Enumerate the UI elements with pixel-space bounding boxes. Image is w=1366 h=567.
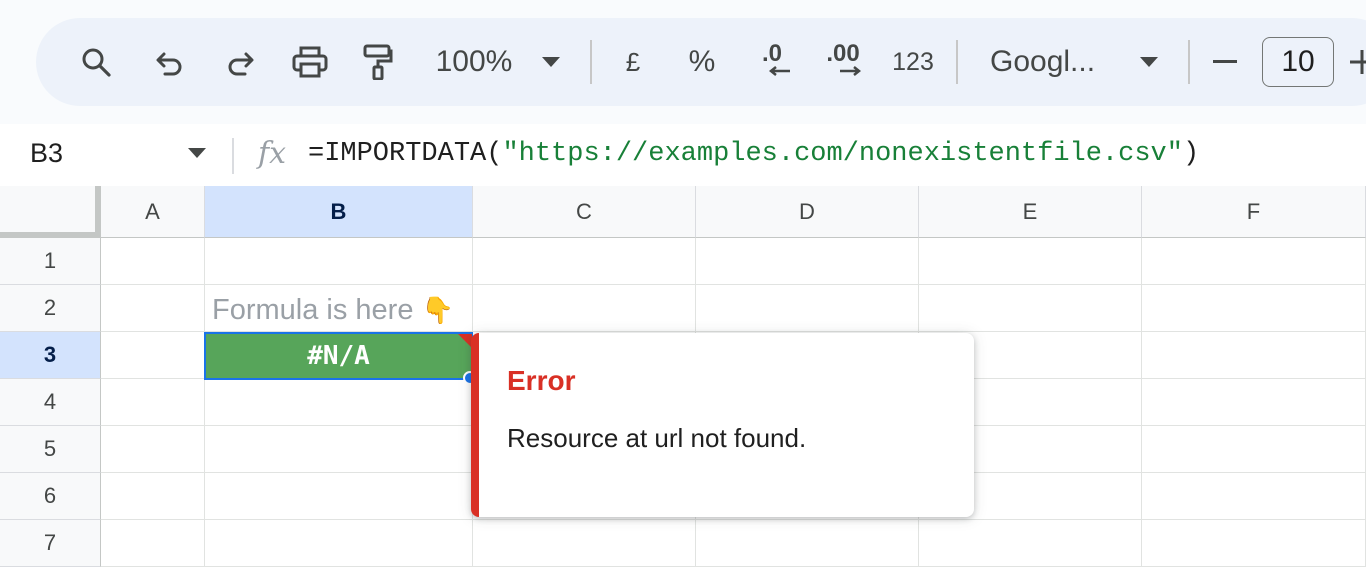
cell-b7[interactable] (205, 520, 473, 567)
toolbar: 100% £ % .0 .00 123 Googl... 10 (36, 18, 1366, 106)
formula-string: "https://examples.com/nonexistentfile.cs… (502, 139, 1183, 169)
chevron-down-icon[interactable] (536, 18, 566, 106)
formula-suffix: ) (1182, 139, 1200, 169)
error-indicator[interactable] (458, 334, 472, 348)
cell-e2[interactable] (919, 285, 1142, 332)
select-all-corner[interactable] (0, 186, 101, 238)
search-icon[interactable] (76, 18, 116, 106)
increase-decimal-button[interactable]: .00 (820, 18, 866, 106)
formula-bar-divider (232, 138, 234, 174)
arrow-left-icon (768, 66, 790, 76)
error-title: Error (507, 365, 576, 396)
toolbar-area: 100% £ % .0 .00 123 Googl... 10 (0, 0, 1366, 124)
column-header-b[interactable]: B (205, 186, 473, 238)
redo-icon[interactable] (220, 18, 260, 106)
font-size-input[interactable]: 10 (1262, 37, 1334, 87)
cell-a5[interactable] (101, 426, 205, 473)
currency-button[interactable]: £ (616, 18, 650, 106)
arrow-right-icon (840, 66, 862, 76)
percent-button[interactable]: % (684, 18, 720, 106)
row-header-1[interactable]: 1 (0, 238, 101, 285)
decrease-decimal-button[interactable]: .0 (750, 18, 794, 106)
cell-a1[interactable] (101, 238, 205, 285)
cell-f7[interactable] (1142, 520, 1366, 567)
increase-decimal-label: .00 (826, 40, 860, 67)
error-tooltip: Error Resource at url not found. (471, 333, 974, 517)
row-header-4[interactable]: 4 (0, 379, 101, 426)
cell-d2[interactable] (696, 285, 919, 332)
cell-e7[interactable] (919, 520, 1142, 567)
plus-icon[interactable] (1350, 18, 1366, 106)
minus-icon[interactable] (1212, 18, 1238, 106)
row-header-6[interactable]: 6 (0, 473, 101, 520)
formula-input[interactable]: =IMPORTDATA("https://examples.com/nonexi… (308, 139, 1199, 169)
column-header-f[interactable]: F (1142, 186, 1366, 238)
cell-a7[interactable] (101, 520, 205, 567)
fx-icon: fx (258, 136, 287, 171)
cell-f5[interactable] (1142, 426, 1366, 473)
font-family-select[interactable]: Googl... (990, 18, 1106, 106)
cell-f2[interactable] (1142, 285, 1366, 332)
cell-b1[interactable] (205, 238, 473, 285)
cell-c7[interactable] (473, 520, 696, 567)
cell-e1[interactable] (919, 238, 1142, 285)
row-header-7[interactable]: 7 (0, 520, 101, 567)
cell-f1[interactable] (1142, 238, 1366, 285)
cell-f6[interactable] (1142, 473, 1366, 520)
row-header-5[interactable]: 5 (0, 426, 101, 473)
cell-d7[interactable] (696, 520, 919, 567)
cell-a6[interactable] (101, 473, 205, 520)
cell-b2-text: Formula is here (212, 294, 414, 326)
cell-a4[interactable] (101, 379, 205, 426)
cell-c1[interactable] (473, 238, 696, 285)
formula-bar: B3 fx =IMPORTDATA("https://examples.com/… (0, 124, 1366, 186)
chevron-down-icon[interactable] (188, 148, 206, 158)
cell-b4[interactable] (205, 379, 473, 426)
cell-f4[interactable] (1142, 379, 1366, 426)
chevron-down-icon[interactable] (1134, 18, 1164, 106)
column-header-e[interactable]: E (919, 186, 1142, 238)
toolbar-divider (956, 40, 958, 84)
cell-b2[interactable]: Formula is here 👇 (212, 294, 454, 327)
cell-b6[interactable] (205, 473, 473, 520)
cell-c2[interactable] (473, 285, 696, 332)
name-box[interactable]: B3 (30, 138, 63, 169)
more-formats-button[interactable]: 123 (888, 18, 938, 106)
row-header-3[interactable]: 3 (0, 332, 101, 379)
cell-f3[interactable] (1142, 332, 1366, 379)
toolbar-divider (1188, 40, 1190, 84)
zoom-select[interactable]: 100% (430, 18, 518, 106)
error-message: Resource at url not found. (507, 423, 807, 453)
decrease-decimal-label: .0 (761, 40, 782, 67)
pointing-down-icon: 👇 (421, 295, 454, 325)
cell-a2[interactable] (101, 285, 205, 332)
print-icon[interactable] (288, 18, 332, 106)
paint-format-icon[interactable] (358, 18, 398, 106)
cell-d1[interactable] (696, 238, 919, 285)
cell-b5[interactable] (205, 426, 473, 473)
column-header-d[interactable]: D (696, 186, 919, 238)
column-header-c[interactable]: C (473, 186, 696, 238)
cell-b3[interactable]: #N/A (204, 332, 473, 380)
column-header-a[interactable]: A (101, 186, 205, 238)
cell-a3[interactable] (101, 332, 205, 379)
row-header-2[interactable]: 2 (0, 285, 101, 332)
undo-icon[interactable] (150, 18, 190, 106)
toolbar-divider (590, 40, 592, 84)
formula-prefix: =IMPORTDATA( (308, 139, 503, 169)
